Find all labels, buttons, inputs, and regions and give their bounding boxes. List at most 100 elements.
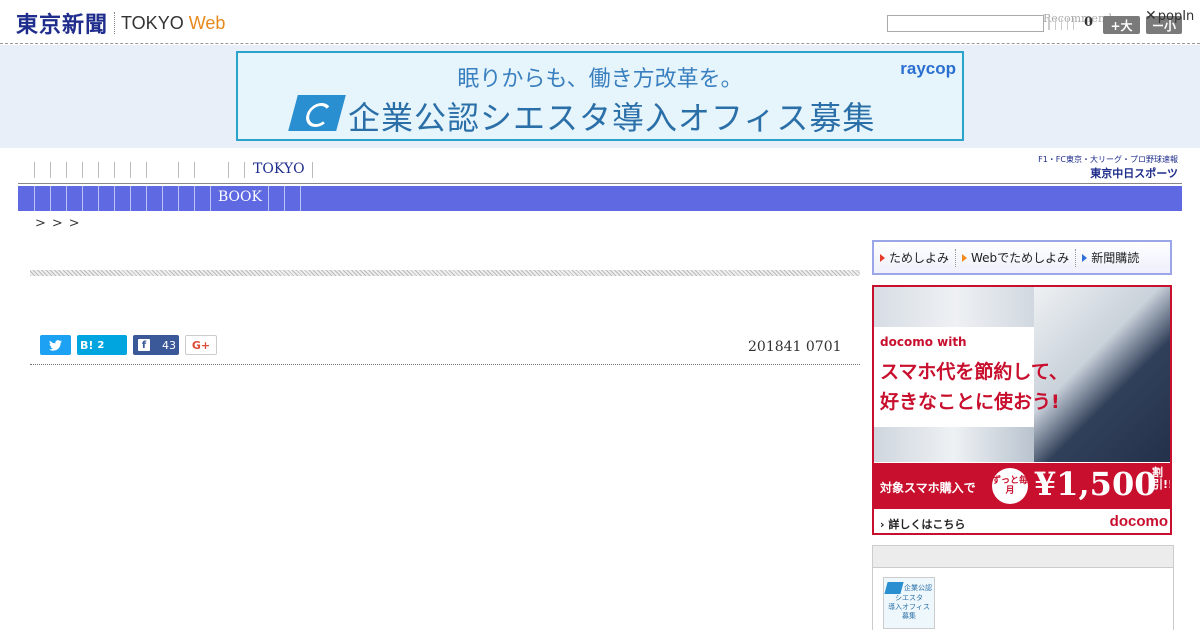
docomo-offer-band: 対象スマホ購入で ずっと毎月 ¥1,500 割引!!! <box>874 463 1170 509</box>
docomo-more-label: 詳しくはこちら <box>888 518 966 531</box>
nav-item-book[interactable]: BOOK <box>218 189 262 205</box>
hatena-bookmark-button[interactable]: B! 2 <box>77 335 127 355</box>
logo-divider <box>114 12 116 34</box>
nav-separator <box>284 186 285 211</box>
close-icon[interactable]: ✕ <box>1145 8 1157 24</box>
docomo-copy: スマホ代を節約して、 好きなことに使おう! <box>880 357 1068 417</box>
docomo-more-link[interactable]: › 詳しくはこちら <box>880 516 965 532</box>
ad-photo-office <box>874 287 1039 327</box>
subscription-links: ためしよみ Webでためしよみ 新聞購読 <box>872 240 1172 275</box>
ad-photo-meeting <box>874 427 1034 462</box>
nav-separator <box>114 186 115 211</box>
nav-separator <box>66 186 67 211</box>
docomo-footer: › 詳しくはこちら docomo <box>874 509 1170 533</box>
siesta-thumbnail[interactable]: 企業公認 シエスタ 導入オフィス 募集 <box>883 577 935 629</box>
google-plus-share-button[interactable]: G+ <box>185 335 217 355</box>
nav-separator <box>268 186 269 211</box>
docomo-badge: ずっと毎月 <box>992 468 1028 504</box>
nav-separator <box>98 162 99 178</box>
twitter-share-button[interactable] <box>40 335 71 355</box>
twitter-icon <box>49 339 62 351</box>
tokyo-chunichi-sports-link[interactable]: F1・FC東京・大リーグ・プロ野球速報 東京中日スポーツ <box>1020 153 1180 183</box>
thumb-text-2: シエスタ <box>895 594 923 602</box>
nav-separator <box>210 186 211 211</box>
thumb-text-3: 導入オフィス <box>888 603 930 611</box>
thumb-text-4: 募集 <box>902 612 916 620</box>
article-divider <box>30 364 860 365</box>
section-nav: BOOK <box>18 186 1182 211</box>
breadcrumb[interactable]: >>> <box>35 216 86 231</box>
nav-separator <box>130 162 131 178</box>
chunichi-title: 東京中日スポーツ <box>1090 167 1178 180</box>
nav-separator <box>194 162 195 178</box>
docomo-copy-line1: スマホ代を節約して、 <box>880 361 1068 383</box>
web-trial-read-link[interactable]: Webでためしよみ <box>956 248 1077 267</box>
subscribe-link[interactable]: 新聞購読 <box>1076 249 1145 267</box>
article-date: 201841 0701 <box>748 339 842 355</box>
nav-separator <box>146 186 147 211</box>
web-trial-read-label: Webでためしよみ <box>971 251 1070 265</box>
facebook-icon: f <box>138 339 150 351</box>
hatena-icon: B! <box>80 338 94 352</box>
nav-separator <box>146 162 147 178</box>
font-size-up-button[interactable]: +大 <box>1103 16 1140 34</box>
nav-separator <box>98 186 99 211</box>
nav-separator <box>162 186 163 211</box>
sidebar-box-header <box>873 546 1173 568</box>
nav-separator <box>50 186 51 211</box>
docomo-copy-line2: 好きなことに使おう! <box>880 391 1060 413</box>
trial-read-label: ためしよみ <box>889 251 950 265</box>
nav-separator <box>178 162 179 178</box>
recommend-count: 0 <box>1084 15 1094 30</box>
nav-separator <box>228 162 229 178</box>
share-bar: B! 2 f 43 G+ <box>40 335 217 355</box>
nav-separator <box>130 186 131 211</box>
nav-separator <box>66 162 67 178</box>
primary-nav: TOKYO <box>18 158 1182 184</box>
nav-separator <box>244 162 245 178</box>
nav-separator <box>34 162 35 178</box>
arrow-right-icon <box>962 253 968 262</box>
siesta-icon <box>288 95 346 131</box>
facebook-count: 43 <box>162 338 176 352</box>
logo-web: Web <box>188 12 226 33</box>
logo-japanese: 東京新聞 <box>16 13 109 38</box>
nav-separator <box>178 186 179 211</box>
chunichi-tagline: F1・FC東京・大リーグ・プロ野球速報 <box>1038 155 1178 164</box>
subscribe-label: 新聞購読 <box>1091 251 1140 265</box>
recommend-ticks <box>1048 18 1078 30</box>
docomo-logo: docomo <box>1109 513 1168 530</box>
docomo-with-label: docomo with <box>880 335 967 349</box>
nav-separator <box>114 162 115 178</box>
arrow-right-icon <box>880 253 885 262</box>
docomo-offer: 対象スマホ購入で <box>880 481 976 495</box>
arrow-right-icon <box>1082 253 1088 262</box>
ad-subline: 企業公認シエスタ導入オフィス募集 <box>348 99 876 137</box>
site-header: 東京新聞 TOKYO Web Recommend 0 +大 ー小 ✕ popIn <box>0 0 1200 44</box>
popin-label: popIn <box>1157 8 1195 24</box>
siesta-icon <box>884 582 904 594</box>
nav-separator <box>34 186 35 211</box>
nav-separator <box>300 186 301 211</box>
nav-separator <box>312 162 313 178</box>
thumb-text-1: 企業公認 <box>904 584 932 592</box>
nav-separator <box>194 186 195 211</box>
docomo-discount: 割引!!! <box>1152 466 1170 491</box>
article-title-rule <box>30 270 860 276</box>
ad-brand: raycop <box>900 59 956 78</box>
logo-english: TOKYO <box>121 12 184 33</box>
search-input[interactable] <box>887 15 1044 32</box>
trial-read-link[interactable]: ためしよみ <box>874 248 957 267</box>
nav-item-tokyo[interactable]: TOKYO <box>253 161 305 177</box>
site-logo[interactable]: 東京新聞 TOKYO Web <box>16 8 225 38</box>
nav-separator <box>82 162 83 178</box>
docomo-price: ¥1,500 <box>1034 465 1157 503</box>
facebook-share-button[interactable]: f 43 <box>133 335 179 355</box>
nav-separator <box>82 186 83 211</box>
hatena-count: 2 <box>97 339 105 351</box>
nav-separator <box>50 162 51 178</box>
raycop-ad-banner[interactable]: 眠りからも、働き方改革を。 raycop 企業公認シエスタ導入オフィス募集 <box>236 51 964 141</box>
popin-close[interactable]: ✕ popIn <box>1145 8 1194 24</box>
docomo-ad[interactable]: docomo with スマホ代を節約して、 好きなことに使おう! 対象スマホ購… <box>872 285 1172 535</box>
ad-headline: 眠りからも、働き方改革を。 <box>457 67 743 92</box>
